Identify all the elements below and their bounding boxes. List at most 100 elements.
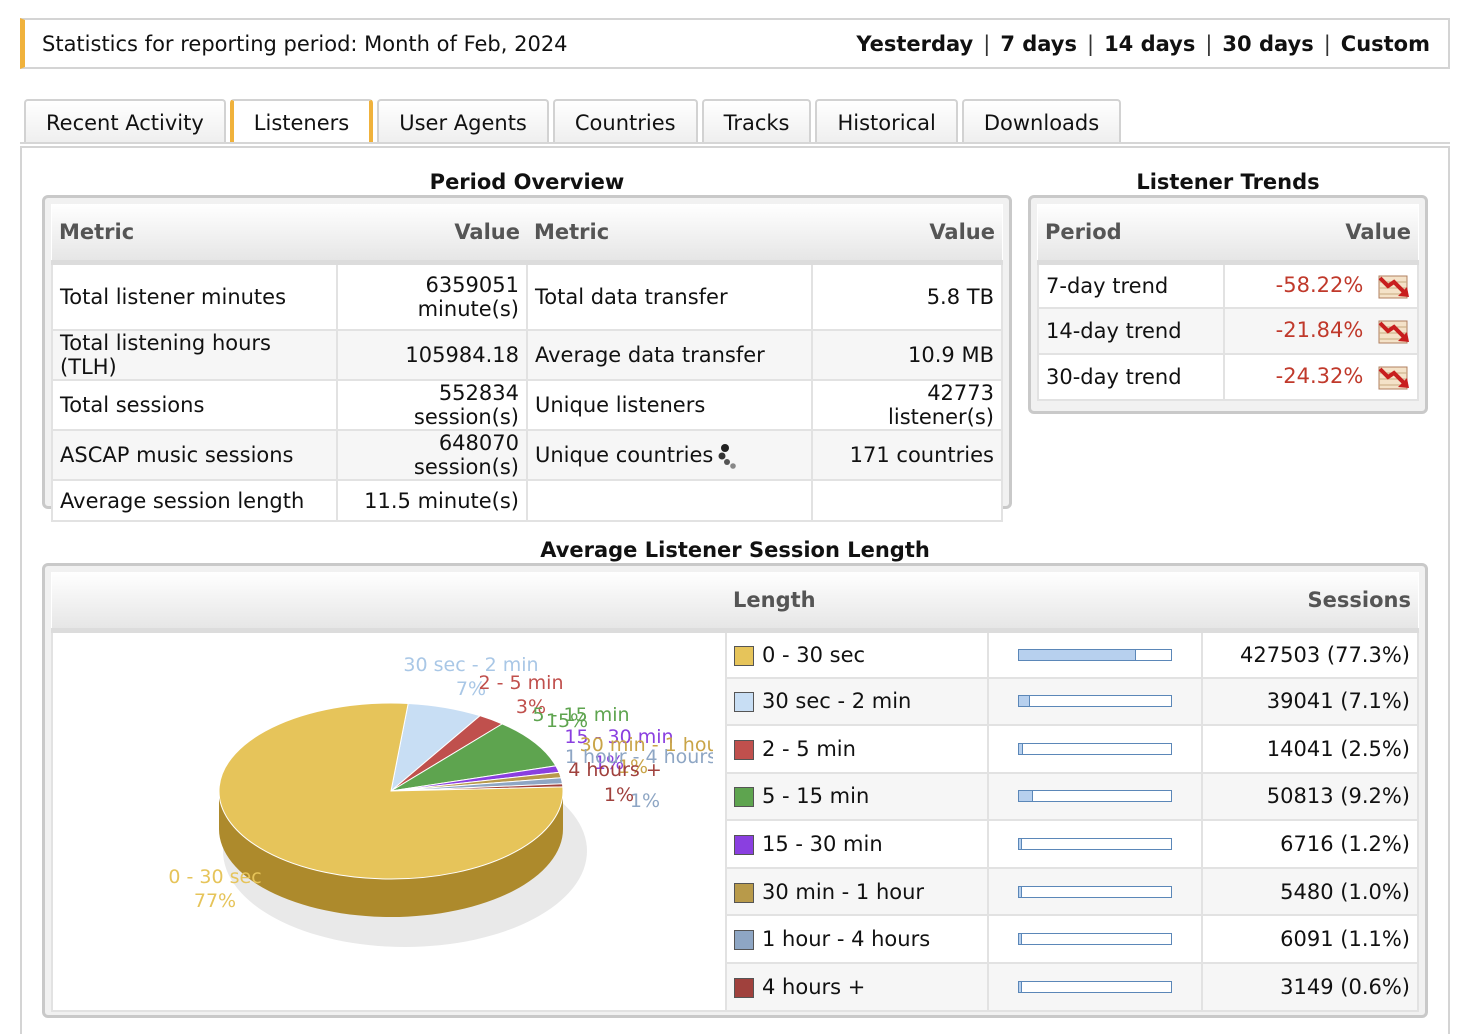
metric-value: 5.8 TB — [810, 261, 1004, 331]
length-cell: 1 hour - 4 hours — [725, 914, 989, 964]
session-length-pie-chart: 0 - 30 sec77%30 sec - 2 min7%2 - 5 min3%… — [168, 654, 726, 947]
percent-bar — [1018, 980, 1172, 993]
reporting-period-bar: Statistics for reporting period: Month o… — [20, 18, 1450, 69]
bar-cell — [987, 724, 1203, 774]
trend-period: 30-day trend — [1037, 353, 1225, 401]
period-link-14-days[interactable]: 14 days — [1104, 32, 1195, 56]
percent-bar — [1018, 933, 1172, 946]
tab-listeners[interactable]: Listeners — [229, 99, 374, 144]
sessions-value: 5480 (1.0%) — [1201, 866, 1419, 917]
legend-swatch — [734, 645, 754, 666]
tab-bar: Recent Activity Listeners User Agents Co… — [24, 99, 1122, 144]
metric-value: 552834 session(s) — [335, 379, 528, 431]
trend-cell: -58.22% — [1223, 261, 1419, 309]
pie-label: 2 - 5 min — [479, 672, 564, 694]
percent-bar-fill — [1019, 981, 1023, 992]
period-links: Yesterday | 7 days | 14 days | 30 days |… — [856, 32, 1430, 56]
sessions-value: 50813 (9.2%) — [1201, 771, 1419, 822]
period-link-custom[interactable]: Custom — [1341, 32, 1430, 56]
session-length-title: Average Listener Session Length — [540, 538, 930, 562]
period-link-7-days[interactable]: 7 days — [1000, 32, 1077, 56]
listener-trends-title: Listener Trends — [1136, 170, 1320, 194]
tab-countries[interactable]: Countries — [552, 99, 698, 144]
bar-cell — [987, 771, 1203, 822]
table-row: 7-day trend -58.22% — [1037, 261, 1419, 309]
length-label: 30 sec - 2 min — [762, 689, 912, 714]
legend-swatch — [734, 835, 754, 856]
tab-downloads[interactable]: Downloads — [961, 99, 1122, 144]
separator: | — [1205, 31, 1213, 56]
period-overview-table: Metric Value Metric Value Total listener… — [51, 204, 1004, 522]
length-label: 4 hours + — [762, 974, 866, 999]
legend-swatch — [734, 882, 754, 903]
session-length-table: Length Sessions 0 - 30 sec 77% 30 sec - 2 … — [51, 572, 1419, 1012]
metric-value: 171 countries — [810, 429, 1004, 481]
sessions-value: 6091 (1.1%) — [1201, 914, 1419, 964]
trend-cell: -21.84% — [1223, 307, 1419, 355]
col-period: Period — [1038, 204, 1224, 265]
col-value: Value — [336, 204, 527, 265]
metric-label: Unique listeners — [525, 379, 813, 431]
trend-down-icon[interactable] — [1378, 317, 1410, 345]
length-cell: 4 hours + — [725, 961, 989, 1012]
sessions-value: 427503 (77.3%) — [1201, 629, 1419, 679]
trend-down-icon[interactable] — [1378, 363, 1410, 391]
percent-bar — [1018, 790, 1172, 803]
trend-period: 7-day trend — [1037, 261, 1225, 309]
length-cell: 30 sec - 2 min — [725, 676, 989, 727]
table-row: Average session length 11.5 minute(s) — [51, 479, 1004, 522]
percent-bar — [1018, 742, 1172, 755]
tab-user-agents[interactable]: User Agents — [377, 99, 549, 144]
length-label: 2 - 5 min — [762, 736, 856, 761]
separator: | — [1323, 31, 1331, 56]
metric-value: 11.5 minute(s) — [335, 479, 528, 522]
percent-bar — [1018, 695, 1172, 708]
table-row: 14-day trend -21.84% — [1037, 307, 1419, 355]
period-link-yesterday[interactable]: Yesterday — [856, 32, 973, 56]
tab-divider — [20, 142, 1450, 144]
period-overview-title: Period Overview — [429, 170, 625, 194]
table-row: Total listener minutes 6359051 minute(s)… — [51, 261, 1004, 331]
separator: | — [983, 31, 991, 56]
table-row: Total sessions 552834 session(s) Unique … — [51, 379, 1004, 431]
sessions-value: 39041 (7.1%) — [1201, 676, 1419, 727]
metric-label: Total listening hours (TLH) — [51, 329, 338, 381]
sessions-value: 3149 (0.6%) — [1201, 961, 1419, 1012]
table-row: ASCAP music sessions 648070 session(s) U… — [51, 429, 1004, 481]
percent-bar-fill — [1019, 791, 1033, 802]
metric-label: Average data transfer — [525, 329, 813, 381]
period-overview-box: Metric Value Metric Value Total listener… — [42, 195, 1012, 522]
trend-down-icon[interactable] — [1378, 272, 1410, 300]
percent-bar-fill — [1019, 649, 1137, 660]
trend-value: -21.84% — [1275, 318, 1364, 342]
length-cell: 15 - 30 min — [725, 819, 989, 869]
period-link-30-days[interactable]: 30 days — [1222, 32, 1313, 56]
percent-bar-fill — [1019, 886, 1023, 897]
metric-label: Total listener minutes — [51, 261, 338, 331]
col-sessions: Sessions — [1202, 572, 1418, 633]
trend-cell: -24.32% — [1223, 353, 1419, 401]
percent-bar — [1018, 648, 1172, 661]
percent-bar-fill — [1019, 696, 1030, 707]
tab-tracks[interactable]: Tracks — [701, 99, 812, 144]
tab-recent-activity[interactable]: Recent Activity — [24, 99, 226, 144]
trend-value: -58.22% — [1275, 272, 1364, 297]
reporting-period-text: Statistics for reporting period: Month o… — [42, 31, 568, 56]
metric-label: Total sessions — [51, 379, 338, 431]
pie-percent-label: 1% — [604, 784, 634, 806]
session-length-box: Length Sessions 0 - 30 sec 77% 30 sec - 2 … — [42, 563, 1428, 1018]
pie-percent-label: 77% — [194, 890, 236, 912]
metric-label: Unique countries — [525, 429, 813, 481]
col-value: Value — [1224, 204, 1418, 265]
tab-historical[interactable]: Historical — [815, 99, 958, 144]
metric-value: 105984.18 — [335, 329, 528, 381]
legend-swatch — [734, 930, 754, 951]
listener-trends-box: Period Value 7-day trend -58.22% 14-day … — [1028, 195, 1428, 414]
bar-cell — [987, 676, 1203, 727]
bar-cell — [987, 819, 1203, 869]
metric-value — [810, 479, 1004, 522]
percent-bar — [1018, 838, 1172, 851]
legend-swatch — [734, 692, 754, 713]
metric-label: Average session length — [51, 479, 338, 522]
table-row: Total listening hours (TLH) 105984.18 Av… — [51, 329, 1004, 381]
